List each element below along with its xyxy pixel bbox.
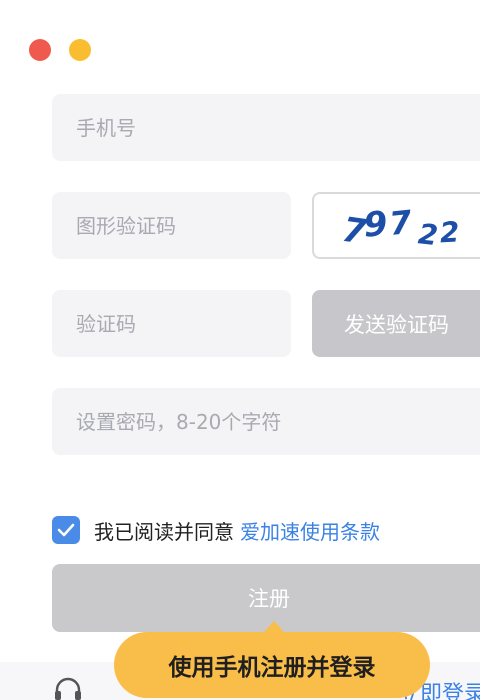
agree-label: 我已阅读并同意 [94, 519, 234, 544]
register-window: 7 9 7 2 2 发送验证码 我已阅读并同意 爱加速使用条款 注册 立即登录 … [0, 0, 480, 700]
password-input[interactable] [74, 408, 480, 435]
captcha-char-2: 9 [362, 204, 388, 246]
send-code-button[interactable]: 发送验证码 [312, 290, 480, 357]
captcha-input[interactable] [74, 212, 291, 239]
sms-code-field[interactable] [52, 290, 291, 357]
captcha-image[interactable]: 7 9 7 2 2 [312, 192, 480, 259]
captcha-char-5: 2 [439, 215, 460, 249]
captcha-char-3: 7 [388, 203, 415, 243]
password-field[interactable] [52, 388, 480, 455]
sms-code-input[interactable] [74, 310, 291, 337]
window-close-button[interactable] [29, 39, 51, 61]
checkmark-icon [57, 523, 75, 537]
window-minimize-button[interactable] [69, 39, 91, 61]
captcha-field[interactable] [52, 192, 291, 259]
agreement-row: 我已阅读并同意 爱加速使用条款 [52, 515, 380, 545]
agree-checkbox[interactable] [52, 516, 80, 544]
captcha-char-4: 2 [417, 217, 440, 252]
phone-input[interactable] [74, 114, 480, 141]
captcha-image-graphic: 7 9 7 2 2 [340, 203, 460, 253]
register-tooltip: 使用手机注册并登录 [114, 632, 430, 698]
phone-field[interactable] [52, 94, 480, 161]
headset-icon[interactable] [53, 676, 83, 700]
terms-link[interactable]: 爱加速使用条款 [240, 516, 380, 545]
